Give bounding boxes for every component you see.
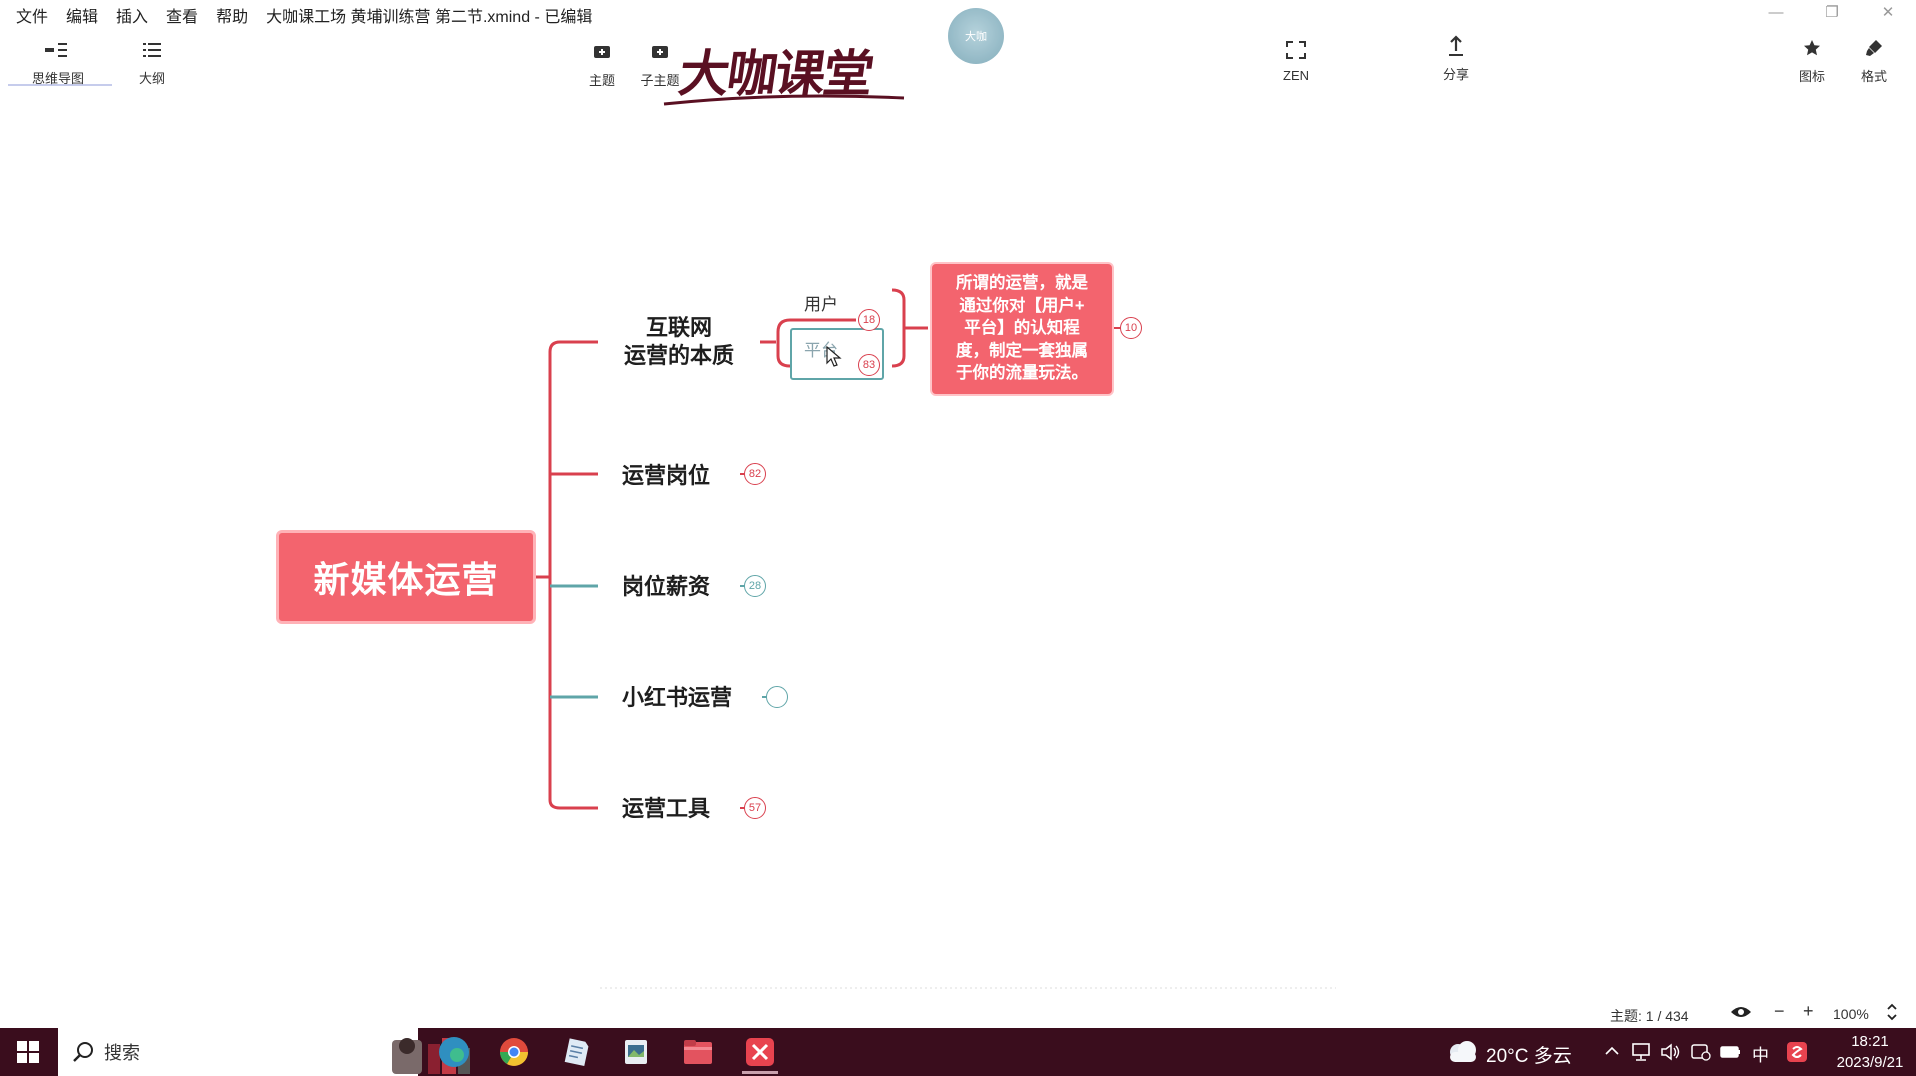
taskbar-notes-app[interactable] [548,1032,604,1072]
taskbar-search[interactable]: 搜索 [58,1028,470,1076]
image-viewer-icon [625,1040,647,1064]
folder-icon [684,1040,712,1064]
taskbar-image-app[interactable] [608,1032,664,1072]
chevron-up-icon[interactable] [1604,1044,1620,1058]
collapse-badge-positions[interactable]: 82 [744,463,766,485]
status-bar: 主题: 1 / 434 − + 100% [1600,1000,1916,1028]
input-method-indicator[interactable]: 中 [1752,1041,1769,1066]
topic-count: 主题: 1 / 434 [1610,1008,1689,1024]
topic-operations-positions[interactable]: 运营岗位 [622,462,710,490]
zoom-in-button[interactable]: + [1803,1001,1814,1022]
volume-icon[interactable] [1660,1042,1682,1062]
collapse-badge-callout[interactable]: 10 [1120,317,1142,339]
battery-icon[interactable] [1720,1044,1742,1060]
topic-line: 运营的本质 [623,343,734,368]
subtopic-bracket [776,318,791,368]
weather-cloud-icon[interactable] [1444,1038,1480,1066]
zoom-stepper-icon[interactable] [1886,1002,1898,1022]
topic-operations-tools[interactable]: 运营工具 [622,795,710,823]
taskbar-chrome-app[interactable] [486,1032,542,1072]
branch-connector-0 [548,340,598,353]
notepad-icon [564,1038,589,1067]
topic-xiaohongshu-operations[interactable]: 小红书运营 [622,684,732,712]
callout-line: 所谓的运营，就是 [956,274,1088,292]
windows-logo-icon [17,1041,39,1063]
network-icon[interactable] [1630,1042,1652,1062]
taskbar-folder-app[interactable] [670,1032,726,1072]
taskbar: 搜索 20°C 多云 中 18:21 2023/9/21 [0,1028,1916,1076]
collapse-badge-salary[interactable]: 28 [744,575,766,597]
zoom-level[interactable]: 100% [1833,1006,1869,1022]
clock-date[interactable]: 2023/9/21 [1830,1054,1910,1071]
callout-line: 通过你对【用户+ [959,296,1085,315]
weather-text[interactable]: 20°C 多云 [1486,1041,1572,1068]
subtopic-user[interactable]: 用户 [804,290,838,315]
callout-bracket [891,288,906,368]
system-tray: 20°C 多云 中 18:21 2023/9/21 [1440,1028,1916,1076]
search-icon [73,1042,93,1062]
search-placeholder: 搜索 [104,1043,140,1063]
topic-position-salary[interactable]: 岗位薪资 [622,573,710,601]
taskbar-xmind-app[interactable] [732,1032,788,1074]
callout-line: 平台】的认知程 [964,319,1080,337]
active-app-indicator [742,1071,778,1074]
summary-callout[interactable]: 所谓的运营，就是 通过你对【用户+ 平台】的认知程 度，制定一套独属 于你的流量… [930,262,1114,396]
central-topic[interactable]: 新媒体运营 [276,530,536,624]
collapse-badge-tools[interactable]: 57 [744,797,766,819]
topic-line: 互联网 [645,315,712,340]
callout-line: 度，制定一套独属 [956,341,1088,360]
collapse-badge-user[interactable]: 18 [858,309,880,331]
mouse-cursor-icon [826,346,842,367]
branch-connector-4 [548,799,598,810]
notification-settings-icon[interactable] [1690,1042,1712,1062]
sogou-ime-icon[interactable] [1786,1041,1808,1063]
xmind-icon [746,1038,774,1066]
zoom-out-button[interactable]: − [1774,1001,1785,1022]
eye-icon[interactable] [1730,1004,1752,1023]
clock-time[interactable]: 18:21 [1830,1033,1910,1050]
taskbar-edge-app[interactable] [426,1032,482,1072]
chrome-icon [500,1038,528,1066]
edge-icon [439,1037,469,1067]
topic-internet-operations-essence[interactable]: 互联网 运营的本质 [622,314,736,370]
collapse-badge-platform[interactable]: 83 [858,354,880,376]
start-button[interactable] [0,1028,56,1076]
callout-line: 于你的流量玩法。 [956,364,1088,382]
collapse-badge-xiaohongshu[interactable] [766,686,788,708]
